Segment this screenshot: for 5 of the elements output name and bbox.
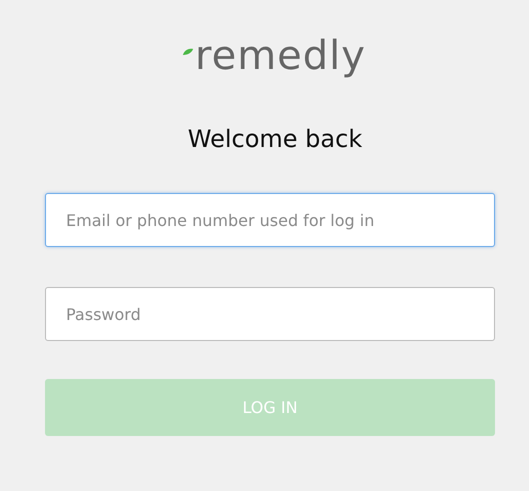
logo: remedly (195, 32, 366, 81)
leaf-icon (182, 48, 194, 56)
heading: Welcome back (188, 125, 362, 153)
input-field[interactable]: Email or phone number used for log in (45, 193, 495, 247)
input-field[interactable]: Password (45, 287, 495, 341)
